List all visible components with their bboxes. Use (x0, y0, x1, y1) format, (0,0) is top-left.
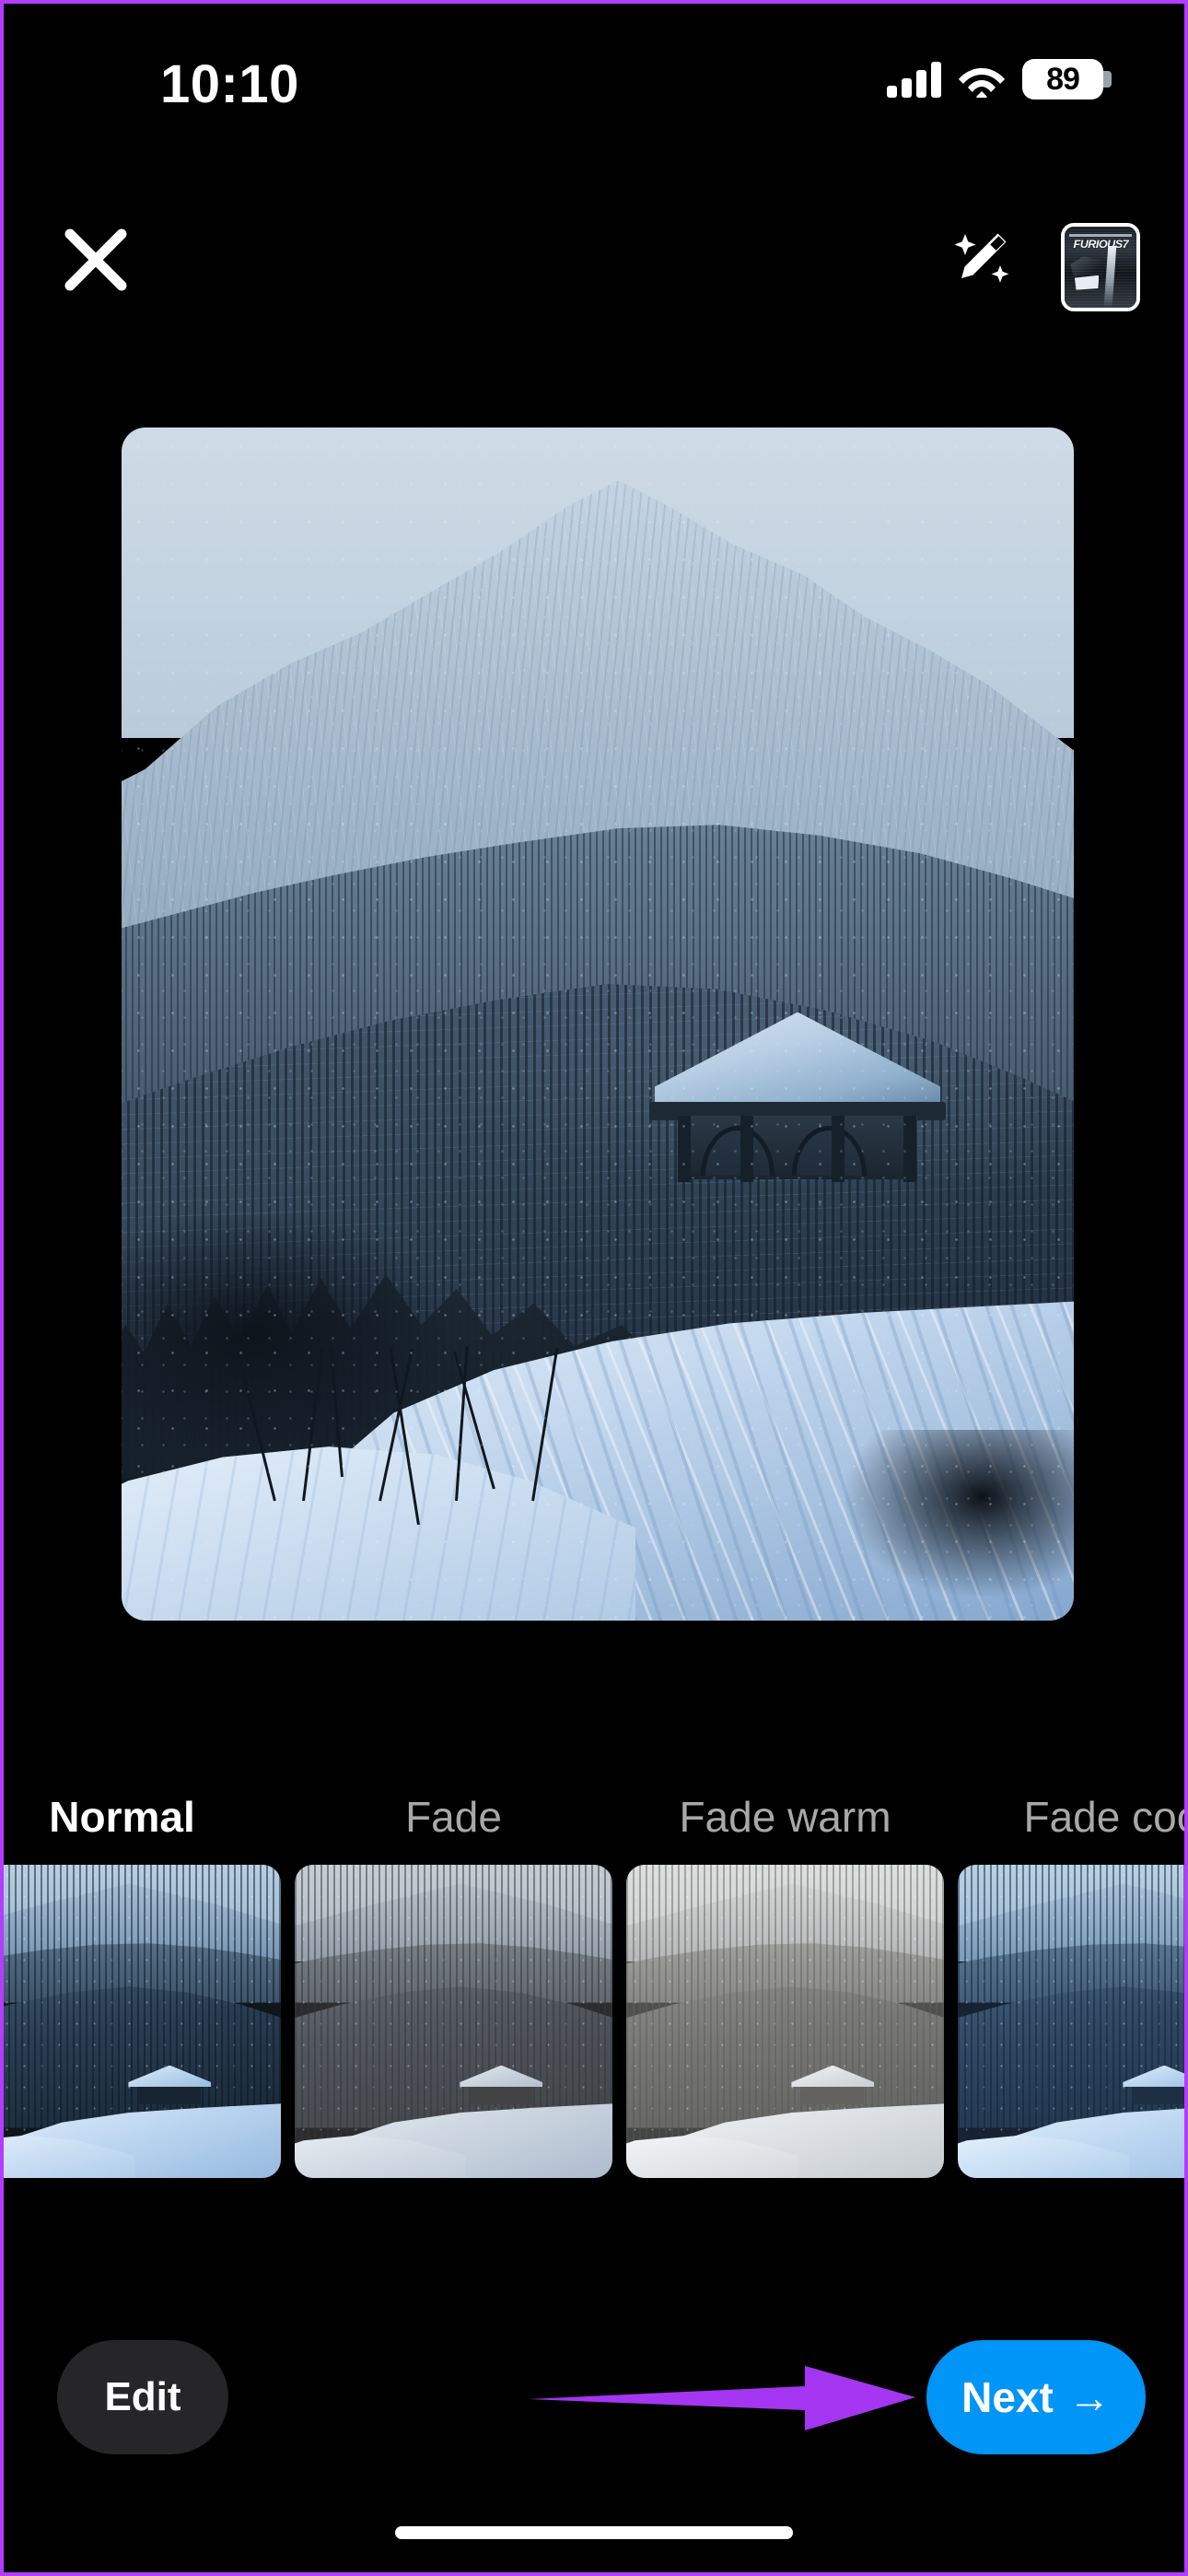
filter-thumbnail[interactable] (626, 1865, 944, 2178)
poster-artwork: FURIOUS7 (1065, 227, 1136, 308)
battery-percent-label: 89 (1046, 61, 1080, 97)
battery-icon: 89 (1022, 59, 1112, 100)
filter-label: Normal (49, 1793, 195, 1841)
filter-item-fade-cool[interactable]: Fade cool (958, 1782, 1184, 2178)
filter-thumbnail[interactable] (958, 1865, 1184, 2178)
filter-item-fade-warm[interactable]: Fade warm (626, 1782, 944, 2178)
filter-carousel[interactable]: Normal Fade Fade warm Fade co (4, 1782, 1184, 2187)
close-icon (62, 226, 130, 299)
phone-screen: 10:10 89 Normal Fade Fade warm Fade co E… (0, 0, 1188, 2576)
main-photo-preview[interactable] (122, 427, 1074, 1621)
filter-item-normal[interactable]: Normal (4, 1782, 281, 2178)
next-button-label: Next (961, 2373, 1054, 2421)
filter-label: Fade (405, 1793, 502, 1841)
home-indicator (395, 2526, 793, 2539)
magic-wand-button[interactable] (941, 223, 1019, 300)
filter-thumbnail[interactable] (295, 1865, 612, 2178)
photo-scene (122, 427, 1074, 1621)
wifi-icon (958, 61, 1006, 98)
music-cover-thumbnail[interactable]: FURIOUS7 (1061, 223, 1140, 311)
status-bar-time: 10:10 (160, 54, 299, 114)
filter-label: Fade warm (679, 1793, 891, 1841)
filter-thumbnail[interactable] (4, 1865, 281, 2178)
arrow-right-icon: → (1067, 2373, 1111, 2421)
status-bar: 10:10 89 (4, 4, 1184, 151)
top-navigation-bar: FURIOUS7 (4, 216, 1184, 326)
bottom-action-bar: Edit Next → (4, 2333, 1184, 2462)
next-button[interactable]: Next → (926, 2340, 1146, 2454)
cellular-signal-icon (887, 61, 941, 98)
filter-item-fade[interactable]: Fade (295, 1782, 612, 2178)
close-button[interactable] (57, 223, 134, 300)
magic-wand-icon (945, 225, 1015, 299)
filter-label: Fade cool (1023, 1793, 1184, 1841)
status-bar-indicators: 89 (887, 59, 1112, 100)
edit-button-label: Edit (104, 2374, 181, 2419)
edit-button[interactable]: Edit (57, 2340, 228, 2454)
